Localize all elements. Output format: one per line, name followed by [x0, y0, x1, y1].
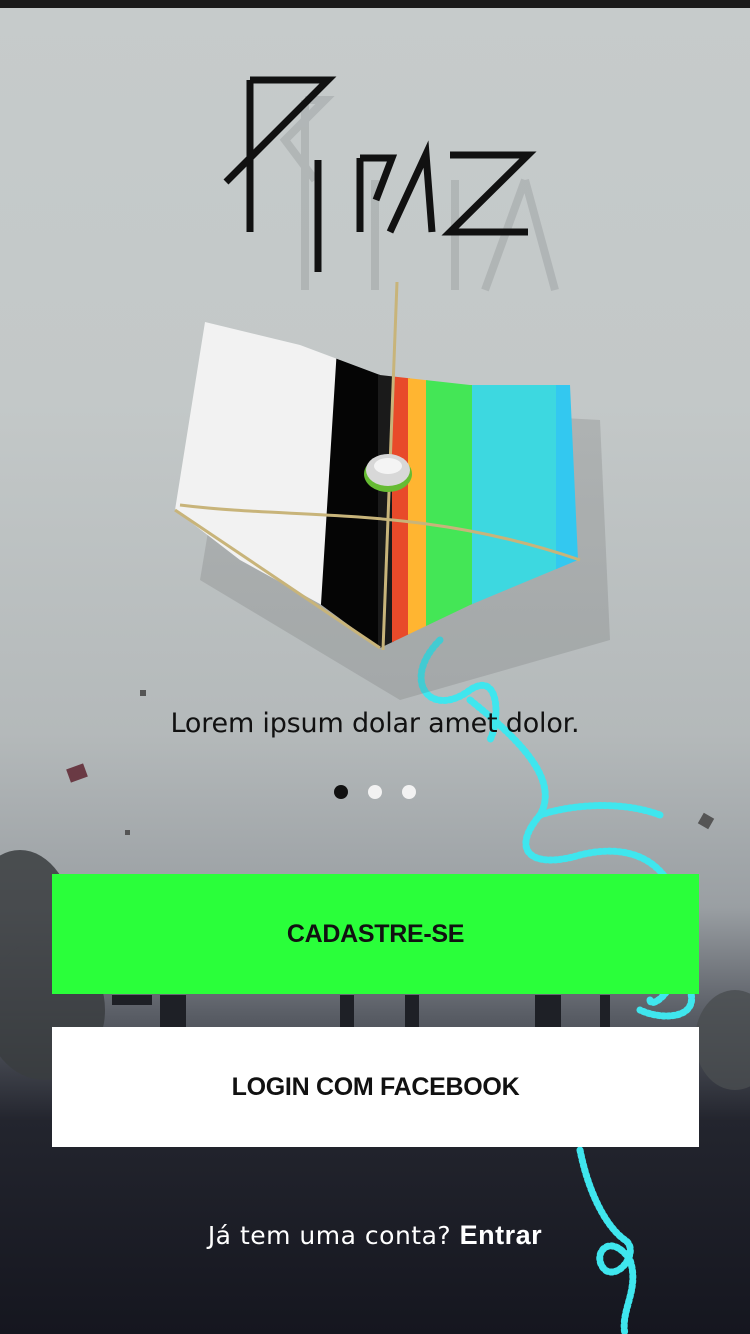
page-dot[interactable] — [402, 785, 416, 799]
page-dot[interactable] — [368, 785, 382, 799]
page-indicator[interactable] — [0, 785, 750, 799]
login-prompt-text: Já tem uma conta? — [207, 1221, 452, 1250]
page-dot-active[interactable] — [334, 785, 348, 799]
signup-button[interactable]: CADASTRE-SE — [52, 874, 699, 994]
login-link[interactable]: Entrar — [460, 1220, 543, 1250]
kite-center-knob — [364, 454, 412, 492]
login-prompt: Já tem uma conta? Entrar — [0, 1220, 750, 1251]
onboarding-tagline: Lorem ipsum dolar amet dolor. — [170, 708, 580, 739]
facebook-login-button[interactable]: LOGIN COM FACEBOOK — [52, 1027, 699, 1147]
